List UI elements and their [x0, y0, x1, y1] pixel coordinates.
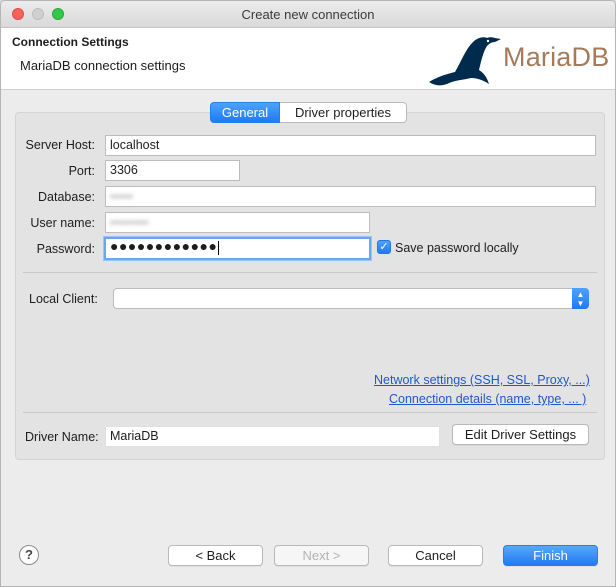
mariadb-logo: MariaDB — [425, 30, 615, 88]
tab-general[interactable]: General — [210, 102, 280, 123]
sea-lion-icon — [429, 37, 501, 86]
network-settings-link[interactable]: Network settings (SSH, SSL, Proxy, ...) — [374, 373, 590, 387]
connection-details-link[interactable]: Connection details (name, type, ... ) — [389, 392, 586, 406]
finish-button[interactable]: Finish — [503, 545, 598, 566]
banner-title: Connection Settings — [12, 35, 129, 49]
database-label: Database: — [38, 190, 95, 204]
edit-driver-settings-button[interactable]: Edit Driver Settings — [452, 424, 589, 445]
driver-name-field: MariaDB — [105, 426, 440, 447]
server-host-input[interactable]: localhost — [105, 135, 596, 156]
title-bar: Create new connection — [1, 1, 615, 28]
local-client-select[interactable]: ▲ ▼ — [113, 288, 589, 309]
tab-driver-properties[interactable]: Driver properties — [280, 102, 407, 123]
header-banner: Connection Settings MariaDB connection s… — [1, 28, 615, 90]
database-value: •••••• — [110, 191, 134, 203]
save-password-label[interactable]: Save password locally — [395, 241, 519, 255]
server-host-label: Server Host: — [25, 138, 95, 152]
settings-tabs: General Driver properties — [210, 102, 407, 123]
username-value: •••••••••• — [110, 217, 149, 229]
port-label: Port: — [68, 164, 95, 178]
dialog-window: Create new connection Connection Setting… — [0, 0, 616, 587]
username-label: User name: — [30, 216, 95, 230]
text-caret — [218, 240, 220, 255]
database-input[interactable]: •••••• — [105, 186, 596, 207]
username-input[interactable]: •••••••••• — [105, 212, 370, 233]
port-input[interactable]: 3306 — [105, 160, 240, 181]
save-password-checkbox[interactable]: ✓ — [377, 240, 391, 254]
password-input[interactable]: ●●●●●●●●●●●● — [104, 237, 371, 260]
logo-wordmark: MariaDB — [503, 42, 610, 72]
local-client-label: Local Client: — [29, 292, 98, 306]
next-button: Next > — [274, 545, 369, 566]
help-icon[interactable]: ? — [19, 545, 39, 565]
updown-chevron-icon: ▲ ▼ — [572, 288, 589, 309]
checkmark-icon: ✓ — [379, 241, 389, 253]
divider — [23, 272, 597, 273]
password-value: ●●●●●●●●●●●● — [110, 238, 218, 254]
cancel-button[interactable]: Cancel — [388, 545, 483, 566]
divider — [23, 412, 597, 413]
general-settings-panel — [15, 112, 605, 460]
banner-subtitle: MariaDB connection settings — [20, 58, 186, 73]
back-button[interactable]: < Back — [168, 545, 263, 566]
password-label: Password: — [36, 242, 95, 256]
window-title: Create new connection — [241, 7, 375, 22]
driver-name-label: Driver Name: — [25, 430, 99, 444]
